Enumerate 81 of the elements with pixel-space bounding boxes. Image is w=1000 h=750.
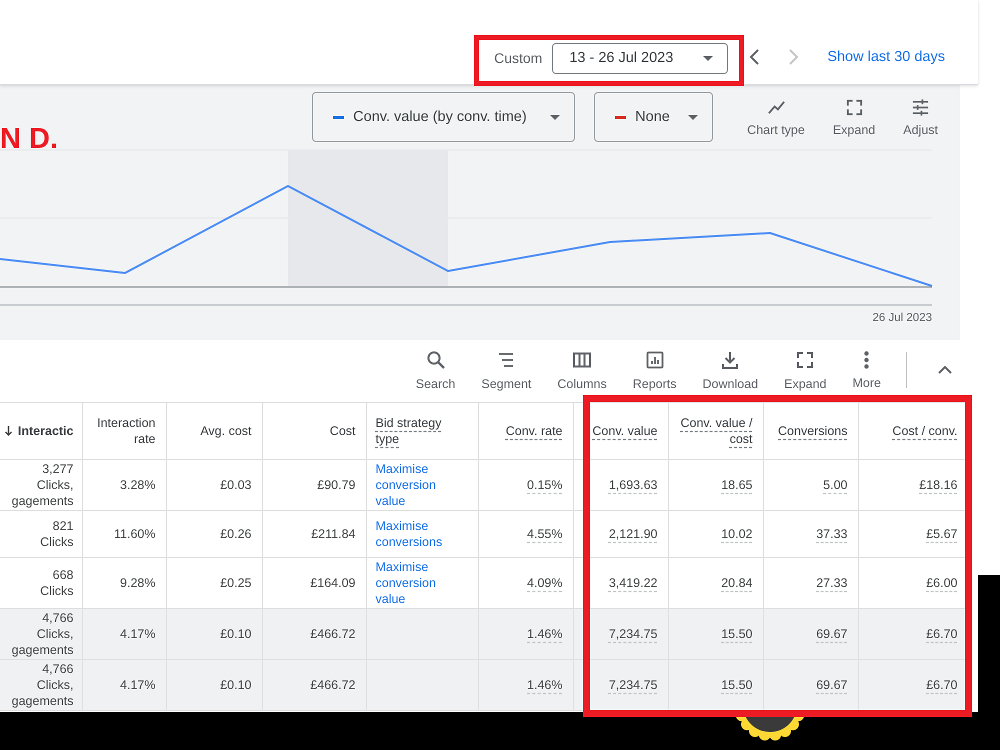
table-cell: 4.09% (478, 558, 573, 608)
toolbar-button[interactable]: Expand (782, 350, 829, 390)
table-cell: 15.50 (668, 608, 763, 660)
sliders-icon (911, 98, 930, 117)
table-cell: 0.15% (478, 460, 573, 510)
chart-tool-button[interactable]: Adjust (899, 92, 942, 142)
table-cell: 3.28% (82, 460, 166, 510)
toolbar-button[interactable]: Segment (479, 350, 534, 390)
column-header[interactable]: Cost (330, 423, 356, 440)
toolbar-button[interactable]: Download (700, 350, 760, 390)
table-cell: £0.25 (166, 558, 262, 608)
axis-date-label: 26 Jul 2023 (872, 312, 932, 324)
more-icon (864, 350, 870, 368)
table-cell: 11.60% (82, 510, 166, 558)
caret-down-icon (703, 56, 714, 60)
table-cell: £211.84 (262, 510, 366, 558)
table-cell: £0.10 (166, 608, 262, 660)
table-cell: 821 Clicks (0, 510, 82, 558)
table-cell: 69.67 (763, 608, 858, 660)
table-cell: 15.50 (668, 660, 763, 710)
table-cell: 7,234.75 (573, 608, 668, 660)
metric-dropdown[interactable]: Conv. value (by conv. time) (312, 92, 576, 142)
expand-icon (795, 350, 816, 370)
table-cell: 20.84 (668, 558, 763, 608)
table-cell: 10.02 (668, 510, 763, 558)
table-cell: £466.72 (262, 660, 366, 710)
table-cell: 4.55% (478, 510, 573, 558)
date-shortcut-link[interactable]: Show last 30 days (827, 49, 945, 65)
table-cell: 3,419.22 (573, 558, 668, 608)
table-cell: 3,277 Clicks, gagements (0, 460, 82, 510)
table-cell: £0.10 (166, 660, 262, 710)
download-icon (720, 350, 740, 370)
table-cell: 1.46% (478, 608, 573, 660)
column-header[interactable]: Interactic (18, 423, 74, 440)
table-cell: 9.28% (82, 558, 166, 608)
toolbar-button[interactable]: Columns (555, 350, 609, 390)
table-cell: 668 Clicks (0, 558, 82, 608)
search-icon (426, 350, 446, 370)
table-cell: 4.17% (82, 660, 166, 710)
column-header[interactable]: Conv. rate (506, 423, 562, 440)
table-cell: £18.16 (858, 460, 968, 510)
date-range-label: Custom (494, 50, 542, 66)
caret-down-icon (688, 114, 698, 120)
table-cell: 27.33 (763, 558, 858, 608)
metric-dropdown[interactable]: None (594, 92, 714, 142)
date-dropdown[interactable]: 13 - 26 Jul 2023 (552, 42, 728, 74)
table-cell: £6.00 (858, 558, 968, 608)
table-cell: £90.79 (262, 460, 366, 510)
table-cell: £164.09 (262, 558, 366, 608)
toolbar-button[interactable]: Reports (630, 350, 679, 390)
table-cell: 4,766 Clicks, gagements (0, 608, 82, 660)
table-cell: £5.67 (858, 510, 968, 558)
chevron-left-icon (748, 49, 760, 65)
table-cell: 7,234.75 (573, 660, 668, 710)
column-header[interactable]: Conv. value (592, 423, 658, 440)
table-cell: 2,121.90 (573, 510, 668, 558)
table-cell: £6.70 (858, 660, 968, 710)
table-cell: 4,766 Clicks, gagements (0, 660, 82, 710)
table-cell: £466.72 (262, 608, 366, 660)
column-header[interactable]: Cost / conv. (892, 423, 958, 440)
columns-icon (572, 350, 592, 370)
toolbar-button[interactable]: More (850, 350, 883, 390)
table-cell: 4.17% (82, 608, 166, 660)
chevron-right-icon (788, 49, 799, 65)
table-cell: 1.46% (478, 660, 573, 710)
table-cell: £6.70 (858, 608, 968, 660)
bar-chart-icon (644, 350, 665, 370)
table-cell: £0.03 (166, 460, 262, 510)
overlay-caption: N D. (0, 123, 58, 156)
table-cell: £0.26 (166, 510, 262, 558)
chart-tool-button[interactable]: Expand (828, 92, 880, 142)
table-cell: 37.33 (763, 510, 858, 558)
chart-tool-button[interactable]: Chart type (743, 92, 809, 142)
table-cell: 18.65 (668, 460, 763, 510)
column-header[interactable]: Avg. cost (200, 423, 252, 440)
expand-icon (844, 98, 864, 117)
caret-down-icon (550, 114, 560, 120)
table-cell: 1,693.63 (573, 460, 668, 510)
table-cell: 5.00 (763, 460, 858, 510)
toolbar-button[interactable]: Search (414, 350, 458, 390)
table-cell: 69.67 (763, 660, 858, 710)
